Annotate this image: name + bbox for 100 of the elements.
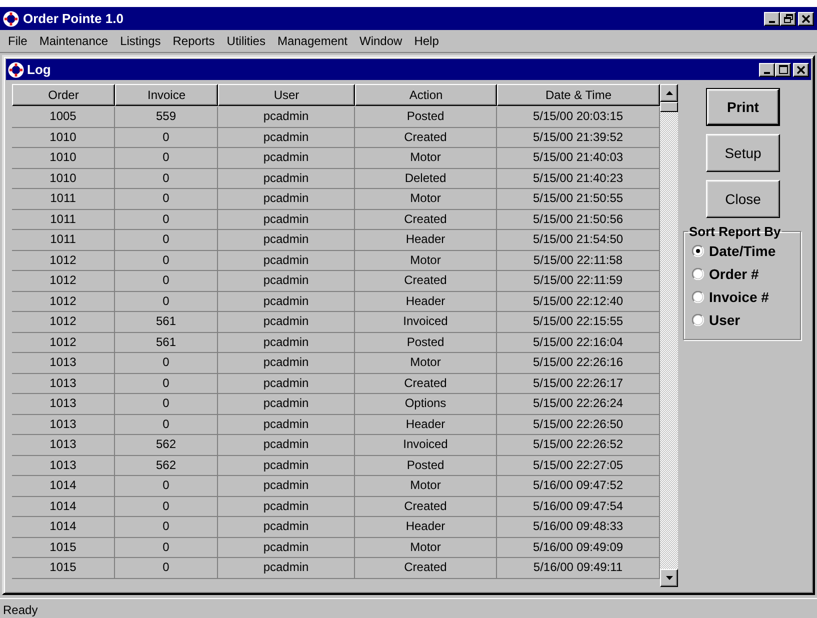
table-cell: 1012	[12, 332, 115, 353]
table-cell: pcadmin	[218, 189, 355, 210]
action-button[interactable]: Print	[707, 89, 779, 125]
menu-item[interactable]: Listings	[114, 34, 167, 48]
table-cell: 1013	[12, 456, 115, 476]
table-cell: 1010	[12, 148, 115, 168]
column-header[interactable]: User	[218, 84, 355, 106]
close-icon[interactable]	[798, 12, 814, 26]
table-cell: 1014	[12, 517, 115, 538]
column-header[interactable]: Order	[12, 84, 115, 106]
table-cell: pcadmin	[218, 456, 355, 476]
table-cell: pcadmin	[218, 374, 355, 394]
column-header[interactable]: Invoice	[115, 84, 218, 106]
table-cell: 1012	[12, 250, 115, 271]
radio-label: Date/Time	[709, 242, 776, 258]
table-cell: Motor	[355, 476, 497, 496]
action-button[interactable]: Close	[706, 180, 780, 218]
column-header[interactable]: Date & Time	[497, 84, 660, 106]
table-cell: Header	[355, 414, 497, 435]
table-cell: pcadmin	[218, 210, 355, 230]
window-icon[interactable]	[8, 62, 24, 78]
table-cell: 1015	[12, 558, 115, 578]
table-cell: 1014	[12, 496, 115, 517]
table-cell: 0	[115, 230, 218, 250]
radio-label: User	[709, 312, 740, 328]
table-cell: 0	[115, 271, 218, 292]
table-cell: Invoiced	[355, 312, 497, 332]
table-cell: 0	[115, 148, 218, 168]
radio-button[interactable]	[692, 290, 704, 302]
minimize-icon[interactable]	[764, 12, 780, 26]
restore-icon[interactable]	[780, 12, 796, 26]
table-cell: pcadmin	[218, 271, 355, 292]
scroll-up-icon[interactable]	[660, 84, 678, 102]
table-cell: pcadmin	[218, 558, 355, 578]
table-cell: pcadmin	[218, 496, 355, 517]
menu-item[interactable]: Reports	[166, 34, 221, 48]
maximize-icon[interactable]	[775, 62, 791, 76]
table-cell: 0	[115, 374, 218, 394]
table-cell: pcadmin	[218, 107, 355, 128]
table-cell: pcadmin	[218, 148, 355, 168]
table-cell: Posted	[355, 332, 497, 353]
table-cell: Header	[355, 292, 497, 312]
table-cell: Created	[355, 128, 497, 148]
table-cell: pcadmin	[218, 128, 355, 148]
menu-item[interactable]: Window	[354, 34, 408, 48]
scrollbar-thumb[interactable]	[660, 102, 678, 112]
window-title: Log	[27, 62, 51, 77]
scroll-down-icon[interactable]	[660, 569, 678, 587]
menu-item[interactable]: File	[2, 34, 34, 48]
table-cell: 1011	[12, 210, 115, 230]
table-cell: Header	[355, 517, 497, 538]
table-cell: 562	[115, 456, 218, 476]
table-cell: 0	[115, 210, 218, 230]
column-header[interactable]: Action	[355, 84, 497, 106]
app-icon[interactable]	[3, 10, 19, 26]
table-cell: 0	[115, 353, 218, 374]
table-cell: pcadmin	[218, 168, 355, 189]
table-cell: Posted	[355, 456, 497, 476]
table-cell: 0	[115, 538, 218, 558]
table-cell: 1012	[12, 271, 115, 292]
group-title: Sort Report By	[688, 224, 782, 239]
table-cell: 1010	[12, 128, 115, 148]
table-cell: 0	[115, 394, 218, 414]
table-cell: Created	[355, 271, 497, 292]
table-cell: 1013	[12, 374, 115, 394]
table-cell: 562	[115, 435, 218, 456]
window-title: Order Pointe 1.0	[23, 11, 124, 26]
table-cell: pcadmin	[218, 538, 355, 558]
table-cell: Created	[355, 558, 497, 578]
minimize-icon[interactable]	[759, 62, 775, 76]
radio-button[interactable]	[692, 244, 704, 256]
table-cell: 0	[115, 476, 218, 496]
table-cell: 1013	[12, 435, 115, 456]
table-cell: pcadmin	[218, 312, 355, 332]
table-cell: 1010	[12, 168, 115, 189]
table-cell: Motor	[355, 148, 497, 168]
menu-item[interactable]: Help	[408, 34, 445, 48]
menu-item[interactable]: Management	[271, 34, 354, 48]
table-cell: 0	[115, 292, 218, 312]
radio-label: Order #	[709, 266, 759, 282]
table-cell: Created	[355, 210, 497, 230]
radio-button[interactable]	[692, 268, 704, 280]
table-cell: Motor	[355, 250, 497, 271]
table-cell: 1012	[12, 292, 115, 312]
table-cell: 0	[115, 496, 218, 517]
close-icon[interactable]	[793, 62, 809, 76]
table-cell: pcadmin	[218, 517, 355, 538]
table-cell: 561	[115, 312, 218, 332]
table-cell: 1005	[12, 107, 115, 128]
table-cell: pcadmin	[218, 394, 355, 414]
table-cell: 1013	[12, 394, 115, 414]
menu-item[interactable]: Maintenance	[33, 34, 114, 48]
table-cell: 1014	[12, 476, 115, 496]
menu-item[interactable]: Utilities	[220, 34, 272, 48]
table-cell: 1011	[12, 189, 115, 210]
table-cell: 1013	[12, 353, 115, 374]
table-cell: pcadmin	[218, 292, 355, 312]
action-button[interactable]: Setup	[706, 134, 780, 172]
radio-button[interactable]	[692, 314, 704, 326]
status-text: Ready	[3, 602, 38, 618]
